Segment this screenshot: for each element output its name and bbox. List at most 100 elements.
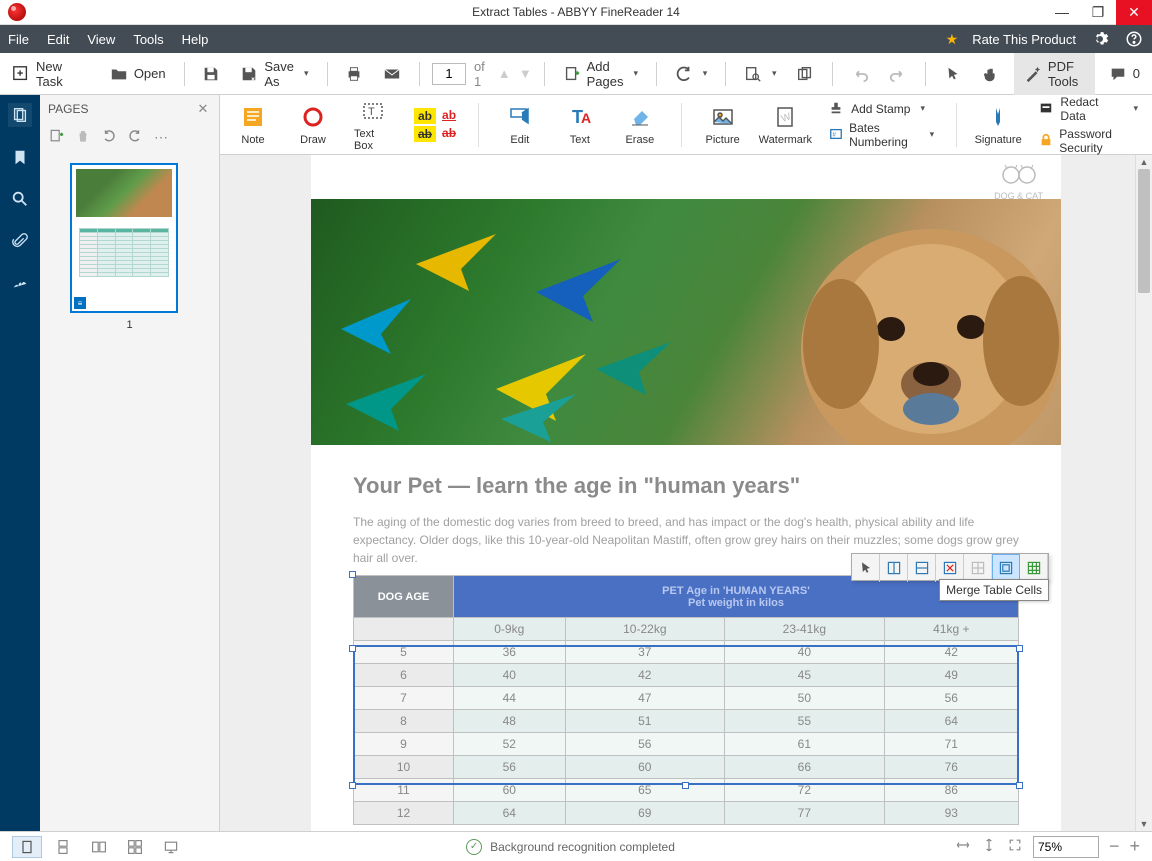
picture-button[interactable]: Picture (704, 104, 742, 146)
status-recognition-text: Background recognition completed (490, 840, 675, 854)
erase-button[interactable]: Erase (621, 104, 659, 146)
zoom-out-button[interactable]: − (1109, 836, 1120, 857)
redo-button[interactable] (883, 61, 913, 87)
add-vertical-separator-button[interactable] (880, 554, 908, 582)
nav-signatures-icon[interactable] (8, 271, 32, 295)
redact-data-button[interactable]: Redact Data (1039, 95, 1138, 123)
table-area-button[interactable] (1020, 554, 1048, 582)
open-label: Open (134, 66, 166, 81)
view-continuous-button[interactable] (48, 836, 78, 858)
scroll-down-icon[interactable]: ▼ (1136, 817, 1152, 831)
page-down-icon[interactable]: ▼ (519, 65, 532, 83)
menu-view[interactable]: View (87, 32, 115, 47)
more-icon[interactable]: ⋯ (154, 129, 168, 146)
edit-button[interactable]: Edit (501, 104, 539, 146)
nav-search-icon[interactable] (8, 187, 32, 211)
split-cells-button[interactable] (964, 554, 992, 582)
edit-icon (507, 104, 533, 130)
menu-bar: File Edit View Tools Help ★ Rate This Pr… (0, 25, 1152, 53)
table-row[interactable]: 1056606676 (354, 756, 1019, 779)
strikethrough-icon[interactable]: ab (442, 126, 456, 142)
page-number-input[interactable] (432, 63, 466, 85)
text-box-button[interactable]: T Text Box (354, 98, 392, 152)
rotate-right-icon[interactable] (128, 129, 142, 146)
add-stamp-button[interactable]: Add Stamp (829, 101, 934, 117)
save-button[interactable] (196, 61, 226, 87)
table-selection-area[interactable]: DOG AGE PET Age in 'HUMAN YEARS' Pet wei… (353, 575, 1019, 825)
settings-icon[interactable] (1090, 29, 1110, 49)
multi-page-button[interactable] (790, 61, 820, 87)
underline-icon[interactable]: ab (442, 108, 456, 124)
nav-attachments-icon[interactable] (8, 229, 32, 253)
new-task-button[interactable]: New Task (6, 55, 76, 93)
add-pages-button[interactable]: Add Pages (557, 55, 644, 93)
table-row[interactable]: 848515564 (354, 710, 1019, 733)
table-row[interactable]: 952566171 (354, 733, 1019, 756)
view-presentation-button[interactable] (156, 836, 186, 858)
menu-file[interactable]: File (8, 32, 29, 47)
page-thumbnail[interactable]: ≡ (70, 163, 178, 313)
view-single-page-button[interactable] (12, 836, 42, 858)
weight-col-header: 0-9kg (454, 618, 566, 641)
rate-product-link[interactable]: Rate This Product (972, 32, 1076, 47)
find-button[interactable] (738, 61, 783, 87)
undo-button[interactable] (845, 61, 875, 87)
close-button[interactable]: ✕ (1116, 0, 1152, 25)
fit-page-icon[interactable] (981, 837, 997, 856)
draw-button[interactable]: Draw (294, 104, 332, 146)
lock-icon (1039, 133, 1053, 149)
view-two-page-continuous-button[interactable] (120, 836, 150, 858)
help-icon[interactable] (1124, 29, 1144, 49)
add-horizontal-separator-button[interactable] (908, 554, 936, 582)
refresh-button[interactable] (669, 61, 714, 87)
zoom-in-button[interactable]: + (1129, 836, 1140, 857)
nav-pages-icon[interactable] (8, 103, 32, 127)
pages-panel-close-icon[interactable]: ✕ (195, 101, 211, 117)
save-as-button[interactable]: Save As (234, 55, 314, 93)
table-row[interactable]: 536374042 (354, 641, 1019, 664)
pdf-tools-label: PDF Tools (1048, 59, 1085, 89)
note-button[interactable]: Note (234, 104, 272, 146)
menu-tools[interactable]: Tools (133, 32, 163, 47)
minimize-button[interactable]: — (1044, 0, 1080, 25)
table-row[interactable]: 640424549 (354, 664, 1019, 687)
text-tool-button[interactable]: TA Text (561, 104, 599, 146)
fit-width-icon[interactable] (955, 837, 971, 856)
table-pointer-button[interactable] (852, 554, 880, 582)
add-page-icon[interactable] (48, 128, 64, 147)
pointer-tool-button[interactable] (938, 61, 968, 87)
bates-numbering-button[interactable]: # Bates Numbering (829, 121, 934, 149)
email-button[interactable] (377, 61, 407, 87)
delete-separator-button[interactable] (936, 554, 964, 582)
menu-help[interactable]: Help (182, 32, 209, 47)
merge-cells-button[interactable] (992, 554, 1020, 582)
fit-full-icon[interactable] (1007, 837, 1023, 856)
hand-tool-button[interactable] (976, 61, 1006, 87)
vertical-scrollbar[interactable]: ▲ ▼ (1135, 155, 1152, 831)
scroll-thumb[interactable] (1138, 169, 1150, 293)
print-button[interactable] (339, 61, 369, 87)
rotate-left-icon[interactable] (102, 129, 116, 146)
highlight-icon[interactable]: ab (414, 108, 436, 124)
watermark-button[interactable]: W Watermark (764, 104, 807, 146)
page-up-icon[interactable]: ▲ (498, 65, 511, 83)
signature-icon (985, 104, 1011, 130)
restore-button[interactable]: ❐ (1080, 0, 1116, 25)
table-row[interactable]: 1264697793 (354, 802, 1019, 825)
pdf-tools-button[interactable]: PDF Tools (1014, 53, 1095, 95)
menu-edit[interactable]: Edit (47, 32, 69, 47)
document-viewport[interactable]: DOG & CAT (220, 155, 1152, 831)
comments-button[interactable]: 0 (1103, 61, 1146, 87)
new-task-label: New Task (36, 59, 70, 89)
nav-bookmarks-icon[interactable] (8, 145, 32, 169)
email-icon (383, 65, 401, 83)
scroll-up-icon[interactable]: ▲ (1136, 155, 1152, 169)
open-button[interactable]: Open (104, 61, 172, 87)
signature-button[interactable]: Signature (979, 104, 1017, 146)
password-security-button[interactable]: Password Security (1039, 127, 1138, 155)
zoom-select[interactable] (1033, 836, 1099, 858)
insert-text-icon[interactable]: ab (414, 126, 436, 142)
table-row[interactable]: 744475056 (354, 687, 1019, 710)
delete-page-icon[interactable] (76, 129, 90, 146)
view-two-page-button[interactable] (84, 836, 114, 858)
